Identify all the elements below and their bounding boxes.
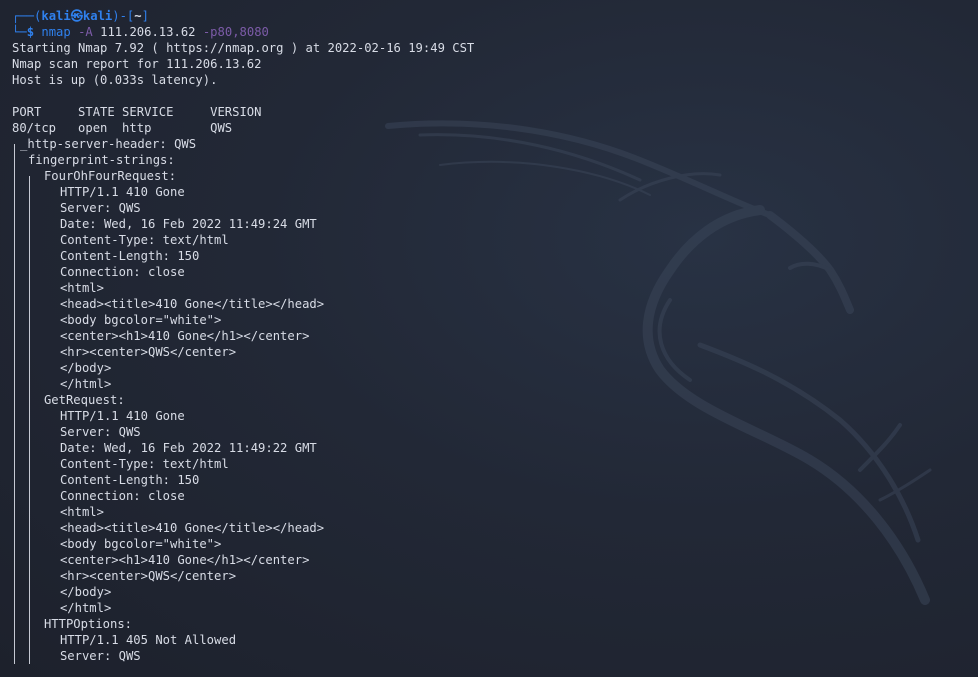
output-line: Date: Wed, 16 Feb 2022 11:49:24 GMT: [12, 216, 972, 232]
output-line: </html>: [12, 600, 972, 616]
output-line-text: <hr><center>QWS</center>: [59, 569, 237, 583]
command-target: 111.206.13.62: [100, 25, 196, 39]
output-line: Content-Type: text/html: [12, 456, 972, 472]
output-line-text: <head><title>410 Gone</title></head>: [59, 297, 325, 311]
output-line-text: Host is up (0.033s latency).: [12, 73, 218, 87]
output-line-text: _http-server-header: QWS: [19, 137, 197, 151]
output-line-text: <html>: [59, 505, 104, 519]
output-line: Connection: close: [12, 488, 972, 504]
output-line-text: HTTP/1.1 410 Gone: [59, 409, 185, 423]
output-line: <html>: [12, 504, 972, 520]
output-line-text: Content-Type: text/html: [59, 233, 229, 247]
output-line: <head><title>410 Gone</title></head>: [12, 296, 972, 312]
output-line: HTTPOptions:: [12, 616, 972, 632]
command-ports: -p80,8080: [202, 25, 269, 39]
output-line-text: Content-Type: text/html: [59, 457, 229, 471]
output-line: HTTP/1.1 410 Gone: [12, 408, 972, 424]
output-line: Server: QWS: [12, 424, 972, 440]
output-line-text: HTTP/1.1 405 Not Allowed: [59, 633, 237, 647]
output-line: Connection: close: [12, 264, 972, 280]
output-line: </body>: [12, 584, 972, 600]
prompt-box-open: ┌──(: [12, 9, 42, 23]
output-line-text: </body>: [59, 361, 112, 375]
output-line: Server: QWS: [12, 648, 972, 664]
output-line: Host is up (0.033s latency).: [12, 72, 972, 88]
output-line: Content-Length: 150: [12, 472, 972, 488]
output-line: Content-Type: text/html: [12, 232, 972, 248]
output-line: <hr><center>QWS</center>: [12, 568, 972, 584]
output-line-text: HTTP/1.1 410 Gone: [59, 185, 185, 199]
output-line-text: 80/tcp open http QWS: [12, 121, 233, 135]
output-line-text: PORT STATE SERVICE VERSION: [12, 105, 262, 119]
output-line: 80/tcp open http QWS: [12, 120, 972, 136]
output-line: <body bgcolor="white">: [12, 312, 972, 328]
output-line: Server: QWS: [12, 200, 972, 216]
output-line: <html>: [12, 280, 972, 296]
prompt-user-host: kali㉿kali: [41, 9, 113, 23]
output-line: _http-server-header: QWS: [12, 136, 972, 152]
output-line-text: Nmap scan report for 111.206.13.62: [12, 57, 262, 71]
output-line-text: Starting Nmap 7.92 ( https://nmap.org ) …: [12, 41, 475, 55]
prompt-corner: └─: [12, 25, 27, 39]
output-line-text: Date: Wed, 16 Feb 2022 11:49:24 GMT: [59, 217, 317, 231]
output-line-text: <hr><center>QWS</center>: [59, 345, 237, 359]
output-line: FourOhFourRequest:: [12, 168, 972, 184]
output-line-text: fingerprint-strings:: [27, 153, 175, 167]
output-line: Starting Nmap 7.92 ( https://nmap.org ) …: [12, 40, 972, 56]
output-line-text: </html>: [59, 601, 112, 615]
prompt-header-line: ┌──(kali㉿kali)-[~]: [12, 8, 972, 24]
prompt-separator: )-[: [112, 9, 135, 23]
output-line-text: </html>: [59, 377, 112, 391]
output-line-text: Content-Length: 150: [59, 249, 200, 263]
tree-bar-level2: [29, 176, 30, 664]
output-line-text: Connection: close: [59, 489, 185, 503]
output-line-text: Server: QWS: [59, 425, 141, 439]
output-line: Content-Length: 150: [12, 248, 972, 264]
command-output: Starting Nmap 7.92 ( https://nmap.org ) …: [12, 40, 972, 664]
output-line-text: Server: QWS: [59, 649, 141, 663]
output-line: <center><h1>410 Gone</h1></center>: [12, 552, 972, 568]
output-line: </html>: [12, 376, 972, 392]
output-line-text: Connection: close: [59, 265, 185, 279]
output-line-text: <center><h1>410 Gone</h1></center>: [59, 329, 310, 343]
output-line-text: Server: QWS: [59, 201, 141, 215]
prompt-dollar: $: [26, 25, 35, 39]
output-line: Nmap scan report for 111.206.13.62: [12, 56, 972, 72]
command-name: nmap: [41, 25, 71, 39]
output-line-text: Content-Length: 150: [59, 473, 200, 487]
command-flag: -A: [78, 25, 93, 39]
prompt-box-close: ]: [141, 9, 149, 23]
prompt-cwd: ~: [134, 9, 142, 23]
output-line-text: HTTPOptions:: [43, 617, 133, 631]
tree-bar-level1: [14, 144, 15, 664]
output-line: fingerprint-strings:: [12, 152, 972, 168]
output-line: <body bgcolor="white">: [12, 536, 972, 552]
output-line: PORT STATE SERVICE VERSION: [12, 104, 972, 120]
output-line-text: <body bgcolor="white">: [59, 313, 222, 327]
output-line: GetRequest:: [12, 392, 972, 408]
output-line: HTTP/1.1 405 Not Allowed: [12, 632, 972, 648]
output-line-text: <center><h1>410 Gone</h1></center>: [59, 553, 310, 567]
output-line: HTTP/1.1 410 Gone: [12, 184, 972, 200]
output-line: <center><h1>410 Gone</h1></center>: [12, 328, 972, 344]
output-line-text: <body bgcolor="white">: [59, 537, 222, 551]
output-line-text: <html>: [59, 281, 104, 295]
output-line-text: </body>: [59, 585, 112, 599]
output-line: <head><title>410 Gone</title></head>: [12, 520, 972, 536]
output-line: <hr><center>QWS</center>: [12, 344, 972, 360]
output-line-text: FourOhFourRequest:: [43, 169, 177, 183]
output-line: </body>: [12, 360, 972, 376]
terminal-window[interactable]: ┌──(kali㉿kali)-[~] └─$ nmap -A 111.206.1…: [12, 8, 972, 673]
output-line: Date: Wed, 16 Feb 2022 11:49:22 GMT: [12, 440, 972, 456]
output-line-text: Date: Wed, 16 Feb 2022 11:49:22 GMT: [59, 441, 317, 455]
output-line-text: <head><title>410 Gone</title></head>: [59, 521, 325, 535]
command-line[interactable]: └─$ nmap -A 111.206.13.62 -p80,8080: [12, 24, 972, 40]
